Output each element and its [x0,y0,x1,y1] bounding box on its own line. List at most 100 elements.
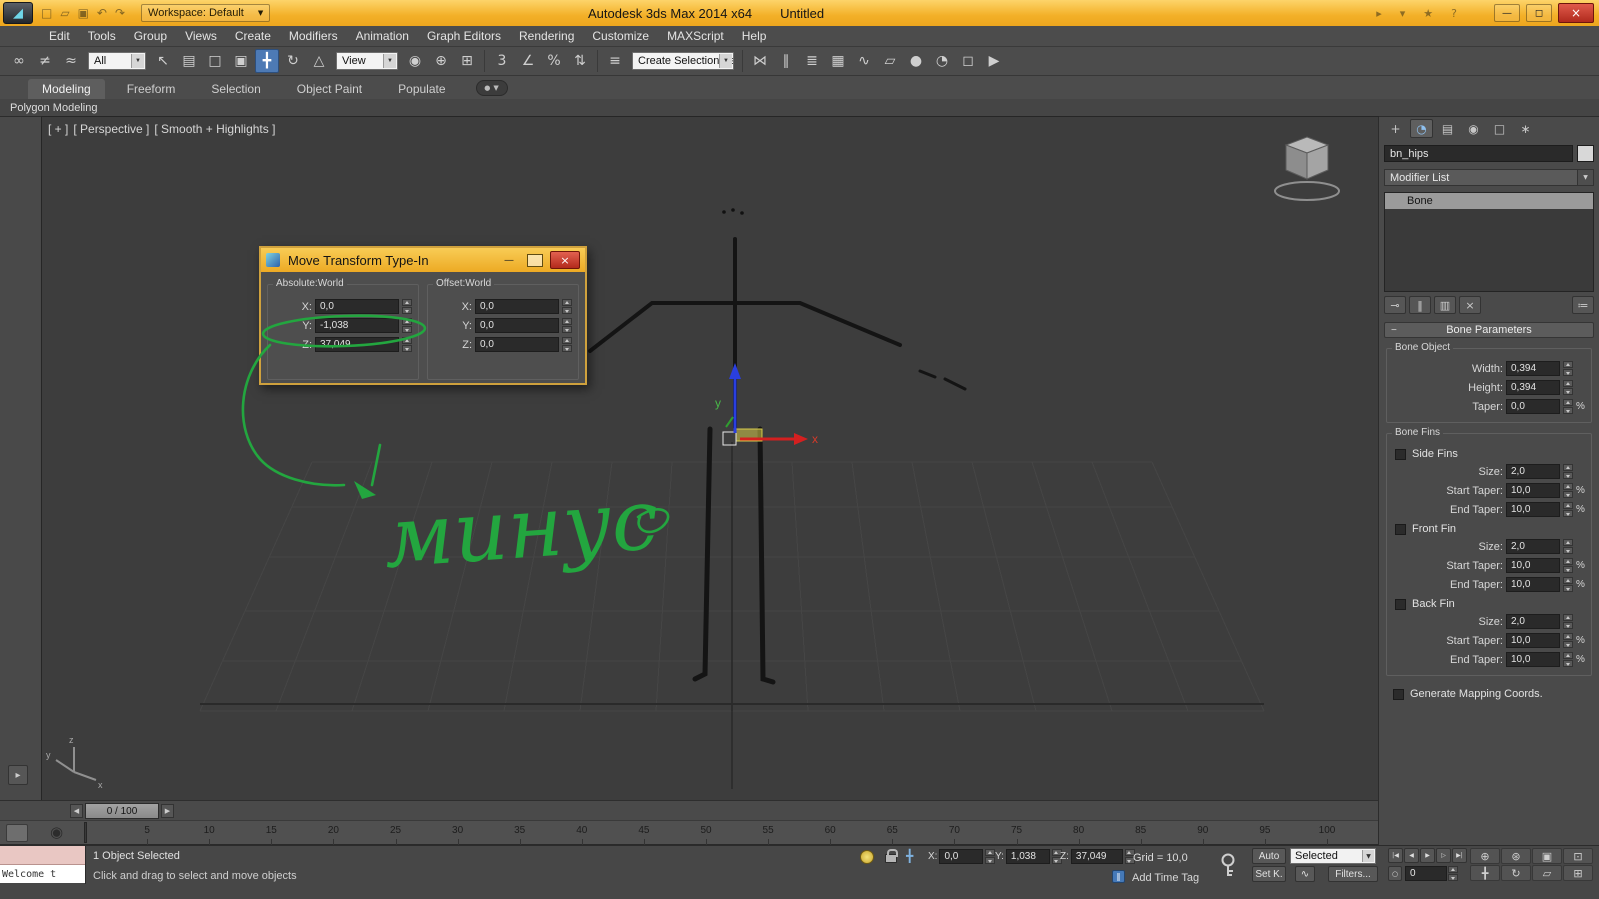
previous-frame-button[interactable]: ◀ [1404,848,1419,863]
move-gizmo[interactable]: x y [715,363,818,446]
menu-maxscript[interactable]: MAXScript [658,27,733,45]
motion-tab[interactable]: ◉ [1462,119,1485,138]
viewcube-cube[interactable] [1286,137,1328,179]
front-fin-end-taper-field[interactable]: 10,0 [1506,577,1560,592]
undo-icon[interactable]: ↶ [97,6,107,20]
use-pivot-point-center-icon[interactable]: ◉ [403,49,427,73]
left-leg-bone[interactable] [695,429,710,679]
viewcube[interactable] [1262,131,1352,205]
timeline-ruler[interactable]: 5101520253035404550556065707580859095100 [80,821,1340,846]
time-tag-icon[interactable]: ‖ [1112,870,1125,883]
offset-x-field[interactable]: 0,0 [475,299,559,314]
next-frame-arrow[interactable]: ▶ [161,804,174,818]
absolute-x-spinner[interactable] [402,299,412,314]
offset-y-field[interactable]: 0,0 [475,318,559,333]
utilities-tab[interactable]: ∗ [1514,119,1537,138]
macro-recorder-pane[interactable] [0,846,85,865]
unlink-selection-icon[interactable]: ≠ [33,49,57,73]
maxscript-mini-listener[interactable]: Welcome t [0,846,86,884]
width-field[interactable]: 0,394 [1506,361,1560,376]
adaptive-degradation-icon[interactable] [860,850,874,864]
menu-create[interactable]: Create [226,27,280,45]
mirror-icon[interactable]: ⋈ [748,49,772,73]
object-color-swatch[interactable] [1577,145,1594,162]
dialog-minimize-button[interactable]: — [498,252,520,268]
help-icon[interactable]: ? [1451,7,1457,20]
stack-item-bone[interactable]: Bone [1385,193,1593,209]
menu-rendering[interactable]: Rendering [510,27,583,45]
menu-tools[interactable]: Tools [79,27,125,45]
spinner-snap-toggle-icon[interactable]: ⇅ [568,49,592,73]
generate-mapping-coords-checkbox[interactable] [1393,689,1404,700]
current-frame-marker[interactable] [84,822,87,843]
application-menu-button[interactable]: ◢ [3,2,33,24]
previous-frame-arrow[interactable]: ◀ [70,804,83,818]
viewport-general-menu[interactable]: [ + ] [48,122,68,136]
window-crossing-toggle-icon[interactable]: ▣ [229,49,253,73]
toggle-layer-explorer-icon[interactable]: ≣ [800,49,824,73]
create-tab[interactable]: + [1384,119,1407,138]
absolute-z-spinner[interactable] [402,337,412,352]
select-and-scale-icon[interactable]: △ [307,49,331,73]
save-file-icon[interactable]: ▣ [78,6,89,20]
absolute-x-field[interactable]: 0,0 [315,299,399,314]
set-key-button[interactable]: Set K. [1252,866,1286,882]
rectangular-selection-region-icon[interactable]: □ [203,49,227,73]
remove-modifier-icon[interactable]: × [1459,296,1481,314]
reference-coordinate-system-combo[interactable]: View▼ [336,52,398,70]
zoom-icon[interactable]: ⊕ [1470,848,1500,864]
trackbar-config-icon[interactable]: ◉ [50,823,63,841]
snaps-toggle-icon[interactable]: 3 [490,49,514,73]
select-and-link-icon[interactable]: ∞ [7,49,31,73]
bind-to-space-warp-icon[interactable]: ≈ [59,49,83,73]
percent-snap-toggle-icon[interactable]: % [542,49,566,73]
maximize-viewport-toggle-icon[interactable]: ⊞ [1563,865,1593,881]
y-coordinate-field[interactable]: 1,038 [1006,849,1050,864]
menu-customize[interactable]: Customize [583,27,658,45]
modifier-stack[interactable]: Bone [1384,192,1594,292]
ribbon-tab-selection[interactable]: Selection [197,79,274,99]
side-fins-checkbox[interactable] [1395,449,1406,460]
minimize-button[interactable]: — [1494,4,1520,22]
communication-center-icon[interactable]: ▾ [1400,7,1406,20]
hierarchy-tab[interactable]: ▤ [1436,119,1459,138]
width-spinner[interactable] [1563,361,1573,376]
bone-parameters-rollout-header[interactable]: − Bone Parameters [1384,322,1594,338]
absolute-z-field[interactable]: 37,049 [315,337,399,352]
render-production-icon[interactable]: ▶ [982,49,1006,73]
new-scene-icon[interactable]: □ [41,6,52,20]
render-setup-icon[interactable]: ◔ [930,49,954,73]
redo-icon[interactable]: ↷ [115,6,125,20]
display-tab[interactable]: □ [1488,119,1511,138]
field-of-view-icon[interactable]: ⊡ [1563,848,1593,864]
back-fin-end-taper-field[interactable]: 10,0 [1506,652,1560,667]
offset-z-field[interactable]: 0,0 [475,337,559,352]
select-object-icon[interactable]: ↖ [151,49,175,73]
dialog-restore-button[interactable] [527,254,543,267]
listener-pane[interactable]: Welcome t [0,865,85,883]
select-and-manipulate-icon[interactable]: ⊕ [429,49,453,73]
absolute-mode-transform-icon[interactable]: ╋ [906,849,913,863]
go-to-start-button[interactable]: |◀ [1388,848,1403,863]
zoom-region-icon[interactable]: ▱ [1532,865,1562,881]
configure-modifier-sets-icon[interactable]: ≔ [1572,296,1594,314]
go-to-end-button[interactable]: ▶| [1452,848,1467,863]
polygon-modeling-label[interactable]: Polygon Modeling [10,102,97,114]
edit-named-selection-sets-icon[interactable]: ≡ [603,49,627,73]
front-fin-start-taper-field[interactable]: 10,0 [1506,558,1560,573]
orbit-icon[interactable]: ↻ [1501,865,1531,881]
absolute-y-spinner[interactable] [402,318,412,333]
schematic-view-icon[interactable]: ▱ [878,49,902,73]
named-selection-sets-combo[interactable]: Create Selection Set▼ [632,52,734,70]
default-tangent-button[interactable]: ∿ [1295,866,1315,882]
taper-spinner[interactable] [1563,399,1573,414]
side-fins-size-spinner[interactable] [1563,464,1573,479]
height-field[interactable]: 0,394 [1506,380,1560,395]
offset-y-spinner[interactable] [562,318,572,333]
z-coordinate-field[interactable]: 37,049 [1071,849,1123,864]
maximize-button[interactable]: ◻ [1526,4,1552,22]
front-fin-end-taper-spinner[interactable] [1563,577,1573,592]
show-end-result-icon[interactable]: ‖ [1409,296,1431,314]
make-unique-icon[interactable]: ▥ [1434,296,1456,314]
back-fin-size-field[interactable]: 2,0 [1506,614,1560,629]
